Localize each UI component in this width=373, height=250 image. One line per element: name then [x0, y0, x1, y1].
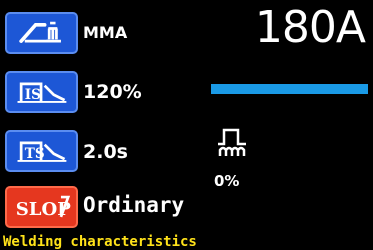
mode-button[interactable] [5, 12, 78, 54]
time-value: 2.0s [83, 141, 128, 163]
pulse-wave-icon [218, 128, 246, 156]
arc-force-icon: IS [17, 82, 67, 103]
characteristic-value: Ordinary [83, 193, 185, 217]
pulse-percent: 0% [214, 172, 240, 190]
slope-icon: SLOP [16, 195, 71, 220]
electrode-holder-icon [19, 21, 61, 43]
current-bar-fill [211, 84, 368, 94]
svg-text:TS: TS [25, 146, 45, 162]
current-bar [211, 84, 368, 94]
arc-force-button[interactable]: IS [5, 71, 78, 113]
time-setting-icon: TS [17, 141, 67, 162]
slope-button[interactable]: SLOP [5, 186, 78, 228]
mode-value: MMA [83, 23, 128, 42]
arc-force-value: 120% [83, 81, 142, 103]
current-value: 180A [254, 2, 366, 53]
time-button[interactable]: TS [5, 130, 78, 172]
svg-text:IS: IS [25, 87, 41, 103]
status-label: Welding characteristics [3, 234, 197, 250]
